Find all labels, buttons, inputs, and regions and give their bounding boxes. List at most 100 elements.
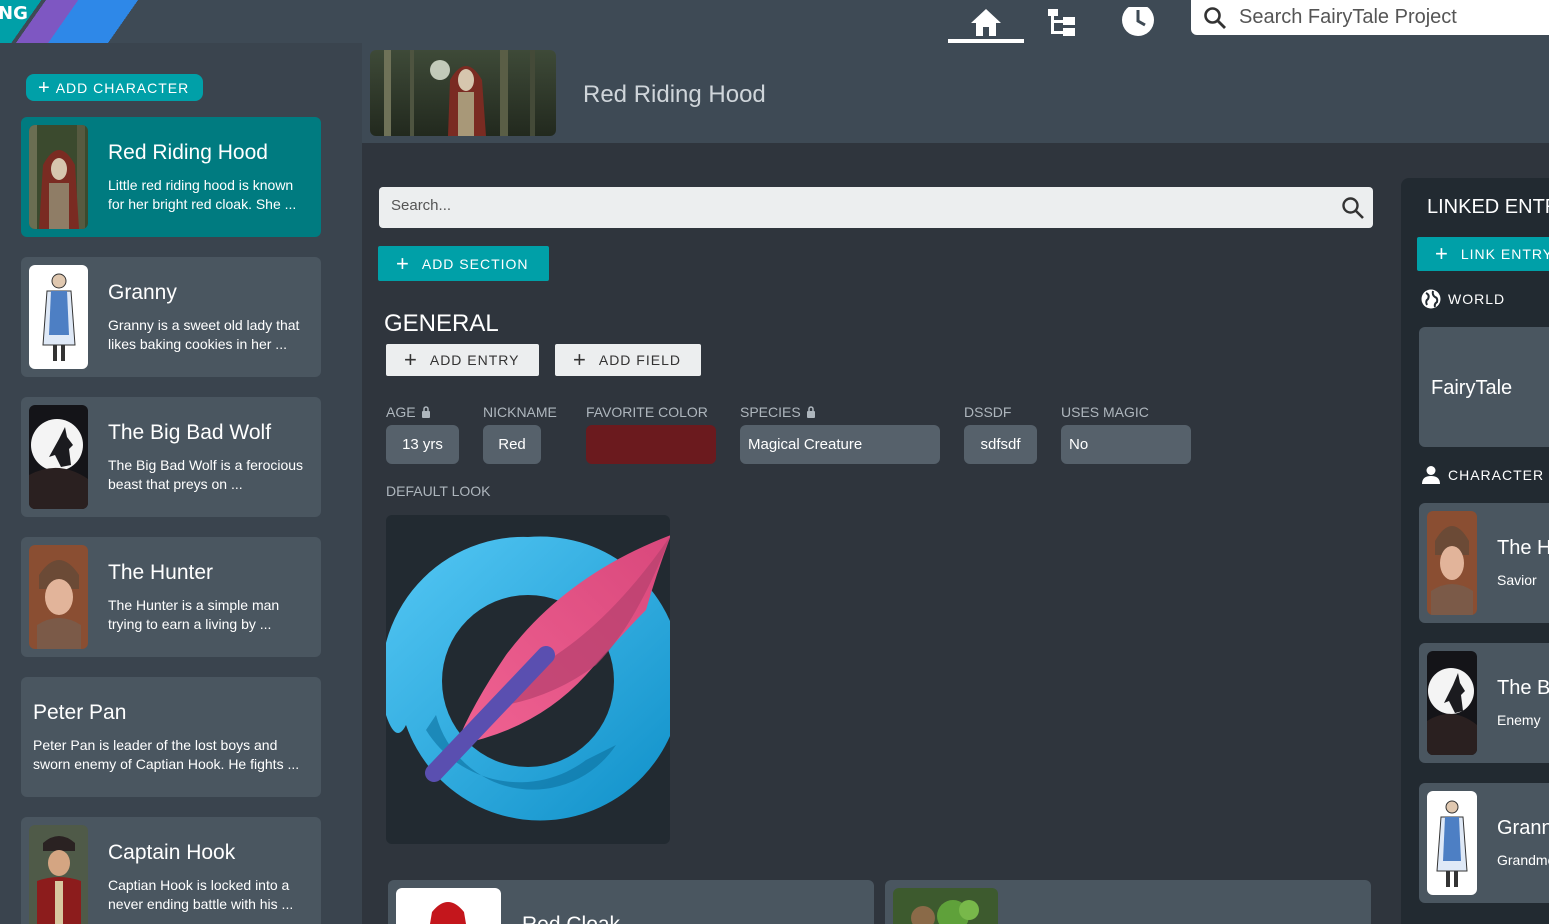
character-card-red-riding-hood[interactable]: Red Riding Hood Little red riding hood i…	[21, 117, 321, 237]
character-card-captain-hook[interactable]: Captain Hook Captian Hook is locked into…	[21, 817, 321, 924]
field-value-uses-magic[interactable]: No	[1061, 425, 1191, 464]
linked-character-title: The Big Bad Wolf	[1497, 677, 1549, 699]
field-value-age[interactable]: 13 yrs	[386, 425, 459, 464]
linked-character-title: The Hunter	[1497, 537, 1549, 559]
character-title: Peter Pan	[33, 701, 127, 724]
item-thumbnail	[893, 888, 998, 924]
lock-icon	[421, 406, 431, 418]
field-value-species[interactable]: Magical Creature	[740, 425, 940, 464]
character-card-hunter[interactable]: The Hunter The Hunter is a simple man tr…	[21, 537, 321, 657]
character-description: Peter Pan is leader of the lost boys and…	[33, 737, 300, 772]
linked-character-card-hunter[interactable]: The Hunter Savior	[1419, 503, 1549, 623]
linked-character-relation: Savior	[1497, 572, 1537, 588]
home-icon	[971, 8, 1001, 36]
character-card-granny[interactable]: Granny Granny is a sweet old lady that l…	[21, 257, 321, 377]
field-label-text: USES MAGIC	[1061, 404, 1149, 420]
plus-icon: +	[396, 250, 410, 276]
entry-title: Red Riding Hood	[583, 81, 766, 108]
linked-world-card[interactable]: FairyTale	[1419, 327, 1549, 447]
entry-search-input[interactable]	[391, 197, 1291, 214]
field-label-age: AGE	[386, 404, 431, 420]
add-field-label: ADD FIELD	[598, 352, 681, 368]
character-thumbnail	[29, 825, 88, 924]
character-title: Red Riding Hood	[108, 141, 268, 164]
character-thumbnail	[1427, 791, 1477, 895]
item-title: Red Cloak	[522, 913, 620, 924]
lock-icon	[806, 406, 816, 418]
field-value-color-swatch[interactable]	[586, 425, 716, 464]
field-label-uses-magic: USES MAGIC	[1061, 404, 1149, 420]
nav-history-button[interactable]	[1100, 0, 1176, 43]
field-label-dssdf: DSSDF	[964, 404, 1011, 420]
add-entry-button[interactable]: + ADD ENTRY	[386, 344, 539, 376]
globe-icon	[1421, 289, 1441, 309]
field-label-text: FAVORITE COLOR	[586, 404, 708, 420]
linked-entries-title: LINKED ENTRIES	[1427, 196, 1549, 218]
field-value-nickname[interactable]: Red	[483, 425, 541, 464]
add-entry-label: ADD ENTRY	[429, 352, 520, 368]
item-card-red-cloak[interactable]: Red Cloak	[388, 880, 874, 924]
plus-icon: +	[573, 347, 587, 372]
character-thumbnail	[29, 265, 88, 369]
character-card-big-bad-wolf[interactable]: The Big Bad Wolf The Big Bad Wolf is a f…	[21, 397, 321, 517]
character-description: Granny is a sweet old lady that likes ba…	[108, 317, 300, 352]
person-icon	[1421, 465, 1441, 485]
character-description: The Hunter is a simple man trying to ear…	[108, 597, 280, 632]
add-field-button[interactable]: + ADD FIELD	[555, 344, 701, 376]
field-label-text: DSSDF	[964, 404, 1012, 420]
brand-logo[interactable]: NG	[0, 0, 200, 43]
linked-character-card-wolf[interactable]: The Big Bad Wolf Enemy	[1419, 643, 1549, 763]
character-title: The Big Bad Wolf	[108, 421, 272, 444]
field-label-species: SPECIES	[740, 404, 816, 420]
entry-search-bar[interactable]	[379, 187, 1373, 228]
add-character-label: ADD CHARACTER	[55, 79, 190, 96]
search-icon[interactable]	[1341, 196, 1365, 220]
section-title: GENERAL	[384, 310, 499, 337]
top-bar: NG	[0, 0, 1549, 43]
field-label-favorite-color: FAVORITE COLOR	[586, 404, 708, 420]
linked-character-title: Granny	[1497, 817, 1549, 839]
character-sidebar: + ADD CHARACTER Red Riding Hood Little r…	[0, 43, 362, 924]
linked-world-title: FairyTale	[1431, 377, 1513, 399]
field-value-dssdf[interactable]: sdfsdf	[964, 425, 1037, 464]
linked-character-card-granny[interactable]: Granny Grandmother	[1419, 783, 1549, 903]
character-description: The Big Bad Wolf is a ferocious beast th…	[108, 457, 304, 492]
character-description: Little red riding hood is known for her …	[108, 177, 297, 212]
link-entry-label: LINK ENTRY	[1460, 246, 1549, 262]
character-title: Captain Hook	[108, 841, 236, 864]
character-thumbnail	[29, 125, 88, 229]
character-thumbnail	[29, 545, 88, 649]
item-card-herbs[interactable]	[885, 880, 1371, 924]
character-title: Granny	[108, 281, 177, 304]
default-look-label: DEFAULT LOOK	[386, 483, 491, 499]
link-entry-button[interactable]: + LINK ENTRY	[1417, 237, 1549, 271]
linked-group-world: WORLD	[1421, 289, 1505, 309]
linked-group-label: CHARACTER	[1448, 467, 1545, 483]
character-thumbnail	[1427, 511, 1477, 615]
entry-hero-image[interactable]	[370, 50, 556, 136]
quill-logo-icon	[386, 535, 670, 821]
global-search-bar[interactable]	[1191, 0, 1549, 35]
linked-group-label: WORLD	[1448, 291, 1506, 307]
global-search-input[interactable]	[1239, 6, 1539, 29]
character-thumbnail	[29, 405, 88, 509]
brand-text: NG	[0, 3, 28, 24]
entry-header: Red Riding Hood	[362, 43, 1549, 143]
add-section-button[interactable]: + ADD SECTION	[378, 246, 549, 281]
search-icon	[1203, 6, 1227, 30]
linked-group-character: CHARACTER	[1421, 465, 1544, 485]
nav-tree-button[interactable]	[1024, 0, 1100, 43]
default-look-image[interactable]	[386, 515, 670, 844]
clock-icon	[1122, 6, 1154, 36]
field-label-nickname: NICKNAME	[483, 404, 557, 420]
character-title: The Hunter	[108, 561, 214, 584]
character-card-peter-pan[interactable]: Peter Pan Peter Pan is leader of the los…	[21, 677, 321, 797]
character-description: Captian Hook is locked into a never endi…	[108, 877, 294, 912]
plus-icon: +	[38, 76, 51, 99]
field-label-text: SPECIES	[740, 404, 801, 420]
plus-icon: +	[404, 347, 418, 372]
nav-home-button[interactable]	[948, 0, 1024, 43]
add-character-button[interactable]: + ADD CHARACTER	[26, 74, 203, 101]
field-label-text: AGE	[386, 404, 416, 420]
linked-character-relation: Grandmother	[1497, 852, 1549, 868]
